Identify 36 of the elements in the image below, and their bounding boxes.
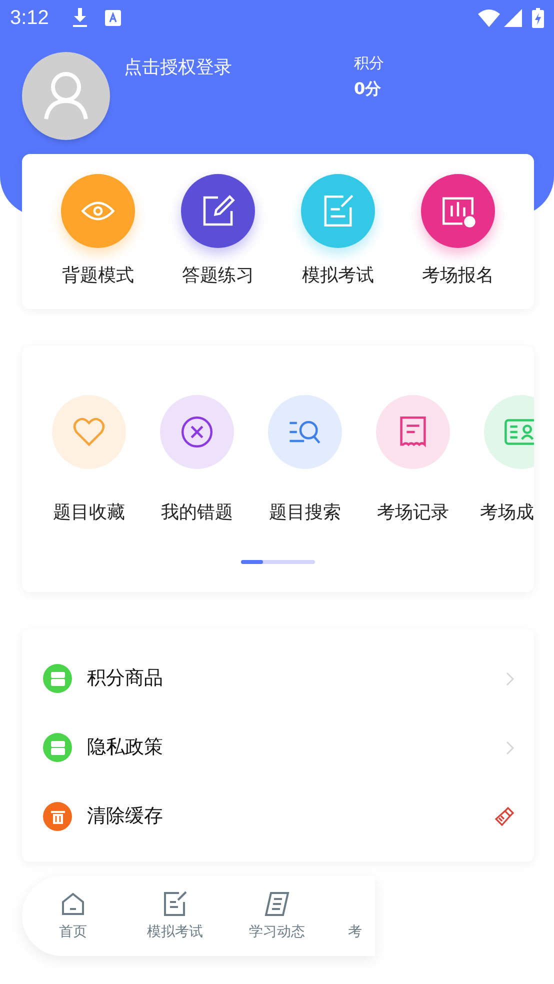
close-circle-icon [179, 414, 215, 450]
menu-item[interactable]: 清除缓存 [22, 782, 534, 851]
user-icon [43, 71, 89, 121]
feature-button[interactable]: 模拟考试 [278, 174, 398, 309]
chevron-right-icon [506, 740, 514, 754]
signal-icon [504, 9, 522, 27]
nav-tab[interactable]: 模拟考试 [124, 876, 226, 956]
menu-label: 清除缓存 [87, 804, 163, 830]
menu-label: 隐私政策 [87, 735, 163, 760]
nav-tab[interactable]: 考 [328, 876, 430, 956]
feature-button[interactable]: 背题模式 [38, 174, 158, 309]
tool-button[interactable]: 题目搜索 [251, 395, 359, 526]
points-label: 积分 [354, 53, 384, 74]
tool-button[interactable]: 考场记录 [359, 395, 467, 526]
points-value: 0分 [354, 78, 382, 100]
status-time: 3:12 [10, 6, 49, 31]
keyboard-icon [104, 10, 121, 26]
tool-button[interactable]: 题目收藏 [35, 395, 143, 526]
nav-tab[interactable]: 首页 [22, 876, 124, 956]
feature-button[interactable]: 答题练习 [158, 174, 278, 309]
menu-item[interactable]: 积分商品 [22, 644, 534, 713]
wifi-icon [478, 9, 500, 27]
tool-button[interactable]: 我的错题 [143, 395, 251, 526]
feature-button[interactable]: 考场报名 [398, 174, 518, 309]
nav-tab[interactable]: 学习动态 [226, 876, 328, 956]
home-icon [59, 890, 87, 918]
menu-item[interactable]: 隐私政策 [22, 713, 534, 782]
download-icon [70, 8, 89, 28]
tool-button[interactable]: 考场成 [467, 395, 534, 526]
broom-icon [494, 806, 514, 826]
login-link[interactable]: 点击授权登录 [124, 54, 354, 81]
document-icon [263, 890, 291, 918]
battery-icon [532, 8, 544, 28]
menu-label: 积分商品 [87, 666, 163, 692]
chevron-right-icon [506, 672, 514, 686]
edit-icon [161, 890, 189, 918]
